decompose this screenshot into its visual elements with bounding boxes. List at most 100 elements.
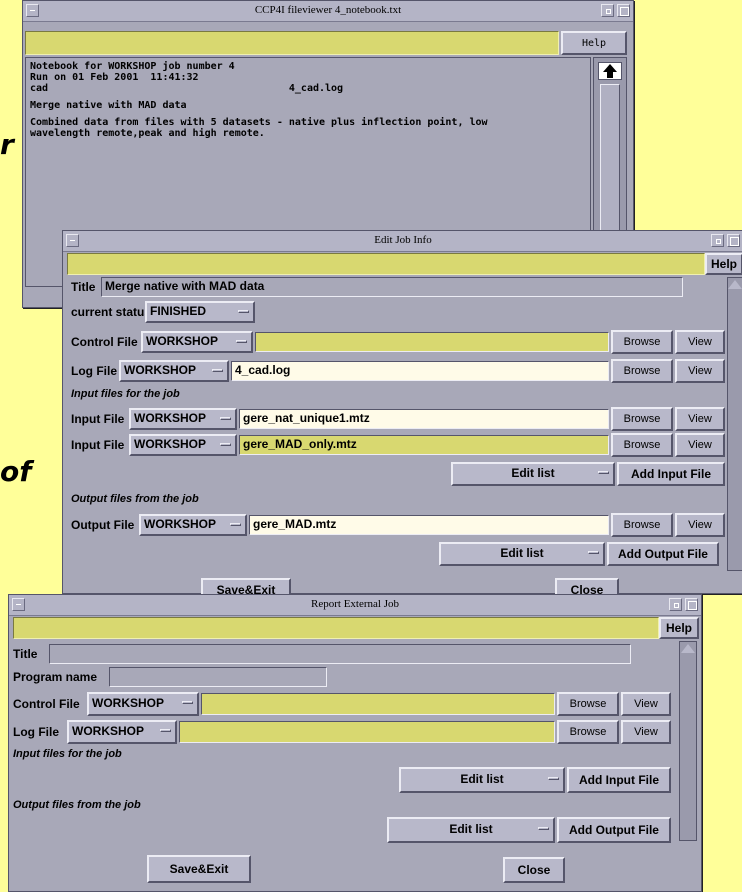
log-view-button[interactable]: View xyxy=(675,359,725,383)
menu-indicator-icon xyxy=(238,310,249,313)
output-browse-button[interactable]: Browse xyxy=(611,513,673,537)
output-edit-list-menu[interactable]: Edit list xyxy=(439,542,605,566)
output-view-button[interactable]: View xyxy=(675,513,725,537)
minimize-icon[interactable] xyxy=(669,598,682,611)
input2-file-field[interactable]: gere_MAD_only.mtz xyxy=(239,435,609,455)
output-files-heading: Output files from the job xyxy=(71,493,199,505)
report-title: Report External Job xyxy=(311,598,399,610)
fileviewer-help-button[interactable]: Help xyxy=(561,31,627,55)
report-title-label: Title xyxy=(13,647,38,661)
maximize-icon[interactable] xyxy=(617,4,630,17)
log-dir-menu[interactable]: WORKSHOP xyxy=(119,360,229,382)
edit-list-label: Edit list xyxy=(511,466,555,480)
notebook-line: Merge native with MAD data xyxy=(30,100,187,111)
add-input-file-button[interactable]: Add Input File xyxy=(617,462,725,486)
notebook-line: Run on 01 Feb 2001 11:41:32 xyxy=(30,72,199,83)
fileviewer-title: CCP4I fileviewer 4_notebook.txt xyxy=(254,4,402,16)
edit-job-window: Edit Job Info Help Title Merge native wi… xyxy=(62,230,742,602)
edit-list-label: Edit list xyxy=(500,546,544,560)
report-add-input-button[interactable]: Add Input File xyxy=(567,767,671,793)
menu-indicator-icon xyxy=(588,551,599,554)
input1-dir-menu[interactable]: WORKSHOP xyxy=(129,408,237,430)
report-close-button[interactable]: Close xyxy=(503,857,565,883)
input-file-label: Input File xyxy=(71,438,125,452)
edit-list-label: Edit list xyxy=(449,822,493,836)
maximize-icon[interactable] xyxy=(685,598,698,611)
report-control-view-button[interactable]: View xyxy=(621,692,671,716)
log-file-field[interactable]: 4_cad.log xyxy=(231,361,609,381)
output-dir-value: WORKSHOP xyxy=(144,517,216,531)
edit-job-title: Edit Job Info xyxy=(374,234,432,246)
report-log-label: Log File xyxy=(13,725,59,739)
fileviewer-titlebar[interactable]: CCP4I fileviewer 4_notebook.txt xyxy=(23,1,633,22)
report-control-dir-menu[interactable]: WORKSHOP xyxy=(87,692,199,716)
edit-job-scrollbar[interactable] xyxy=(727,277,742,571)
input1-browse-button[interactable]: Browse xyxy=(611,407,673,431)
menu-indicator-icon xyxy=(230,523,241,526)
scroll-up-arrow-icon[interactable] xyxy=(598,62,622,80)
job-title-field[interactable]: Merge native with MAD data xyxy=(101,277,683,297)
edit-job-help-button[interactable]: Help xyxy=(705,253,742,275)
report-titlebar[interactable]: Report External Job xyxy=(9,595,701,616)
output-dir-menu[interactable]: WORKSHOP xyxy=(139,514,247,536)
input-file-label: Input File xyxy=(71,412,125,426)
report-control-file-field[interactable] xyxy=(201,693,555,715)
control-browse-button[interactable]: Browse xyxy=(611,330,673,354)
minimize-icon[interactable] xyxy=(711,234,724,247)
add-output-file-button[interactable]: Add Output File xyxy=(607,542,719,566)
report-log-browse-button[interactable]: Browse xyxy=(557,720,619,744)
slide-text-fragment-of: of xyxy=(0,455,32,488)
report-output-edit-list-menu[interactable]: Edit list xyxy=(387,817,555,843)
report-control-label: Control File xyxy=(13,697,80,711)
input2-dir-menu[interactable]: WORKSHOP xyxy=(129,434,237,456)
menu-indicator-icon xyxy=(182,701,193,704)
output-file-field[interactable]: gere_MAD.mtz xyxy=(249,515,609,535)
input2-dir-value: WORKSHOP xyxy=(134,437,206,451)
edit-job-titlebar[interactable]: Edit Job Info xyxy=(63,231,742,252)
status-menu[interactable]: FINISHED xyxy=(145,301,255,323)
control-file-field[interactable] xyxy=(255,332,609,352)
report-title-field[interactable] xyxy=(49,644,631,664)
program-name-label: Program name xyxy=(13,670,98,684)
report-save-exit-button[interactable]: Save&Exit xyxy=(147,855,251,883)
report-input-edit-list-menu[interactable]: Edit list xyxy=(399,767,565,793)
status-value: FINISHED xyxy=(150,304,207,318)
log-browse-button[interactable]: Browse xyxy=(611,359,673,383)
menu-indicator-icon xyxy=(160,729,171,732)
input2-browse-button[interactable]: Browse xyxy=(611,433,673,457)
slide-text-fragment-r: r xyxy=(0,128,14,161)
edit-job-toolbar xyxy=(67,253,705,275)
menu-indicator-icon xyxy=(212,369,223,372)
report-log-dir-value: WORKSHOP xyxy=(72,724,144,738)
input-files-heading: Input files for the job xyxy=(71,388,180,400)
log-file-label: Log File xyxy=(71,364,117,378)
menu-indicator-icon xyxy=(220,417,231,420)
input1-file-field[interactable]: gere_nat_unique1.mtz xyxy=(239,409,609,429)
report-input-heading: Input files for the job xyxy=(13,748,122,760)
output-file-label: Output File xyxy=(71,518,135,532)
report-add-output-button[interactable]: Add Output File xyxy=(557,817,671,843)
control-view-button[interactable]: View xyxy=(675,330,725,354)
menu-indicator-icon xyxy=(548,777,559,780)
report-control-browse-button[interactable]: Browse xyxy=(557,692,619,716)
input-edit-list-menu[interactable]: Edit list xyxy=(451,462,615,486)
control-dir-menu[interactable]: WORKSHOP xyxy=(141,331,253,353)
maximize-icon[interactable] xyxy=(727,234,740,247)
scroll-up-arrow-icon[interactable] xyxy=(681,644,695,653)
program-name-field[interactable] xyxy=(109,667,327,687)
report-help-button[interactable]: Help xyxy=(659,617,699,639)
control-dir-value: WORKSHOP xyxy=(146,334,218,348)
scroll-up-arrow-icon[interactable] xyxy=(728,280,742,289)
input1-view-button[interactable]: View xyxy=(675,407,725,431)
notebook-line: Combined data from files with 5 datasets… xyxy=(30,117,488,128)
report-log-file-field[interactable] xyxy=(179,721,555,743)
menu-indicator-icon xyxy=(220,443,231,446)
report-scrollbar[interactable] xyxy=(679,641,697,841)
report-log-dir-menu[interactable]: WORKSHOP xyxy=(67,720,177,744)
report-log-view-button[interactable]: View xyxy=(621,720,671,744)
job-title-label: Title xyxy=(71,280,96,294)
minimize-icon[interactable] xyxy=(601,4,614,17)
report-control-dir-value: WORKSHOP xyxy=(92,696,164,710)
notebook-line: wavelength remote,peak and high remote. xyxy=(30,128,265,139)
input2-view-button[interactable]: View xyxy=(675,433,725,457)
